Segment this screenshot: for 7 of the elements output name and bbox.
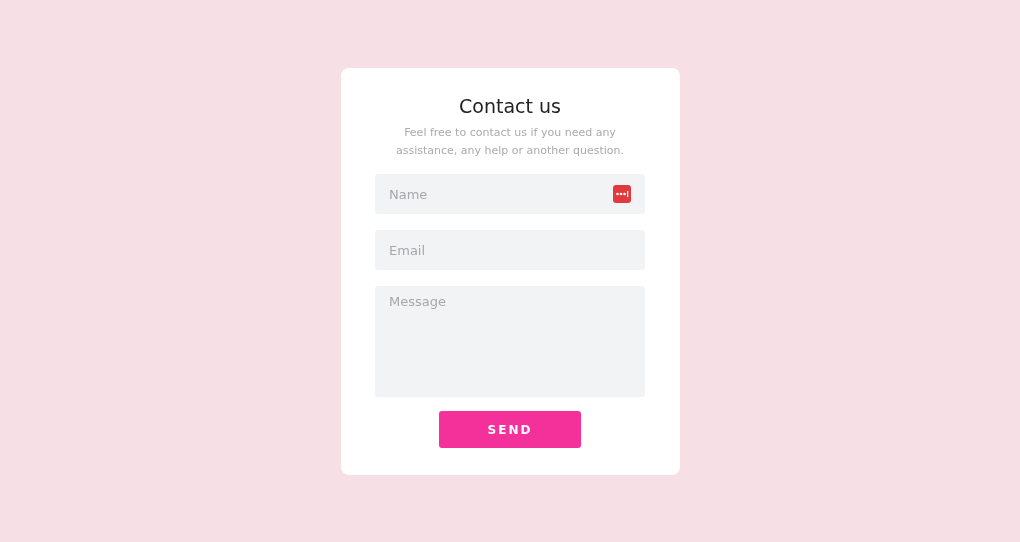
form-title: Contact us	[459, 94, 561, 118]
send-button[interactable]: SEND	[439, 411, 581, 448]
form-description: Feel free to contact us if you need any assistance, any help or another question.	[394, 125, 626, 159]
input-field[interactable]: Name	[375, 174, 645, 214]
message-field[interactable]: Message	[375, 286, 645, 397]
password-manager-icon[interactable]	[613, 185, 631, 203]
input-field[interactable]: Email	[375, 230, 645, 270]
